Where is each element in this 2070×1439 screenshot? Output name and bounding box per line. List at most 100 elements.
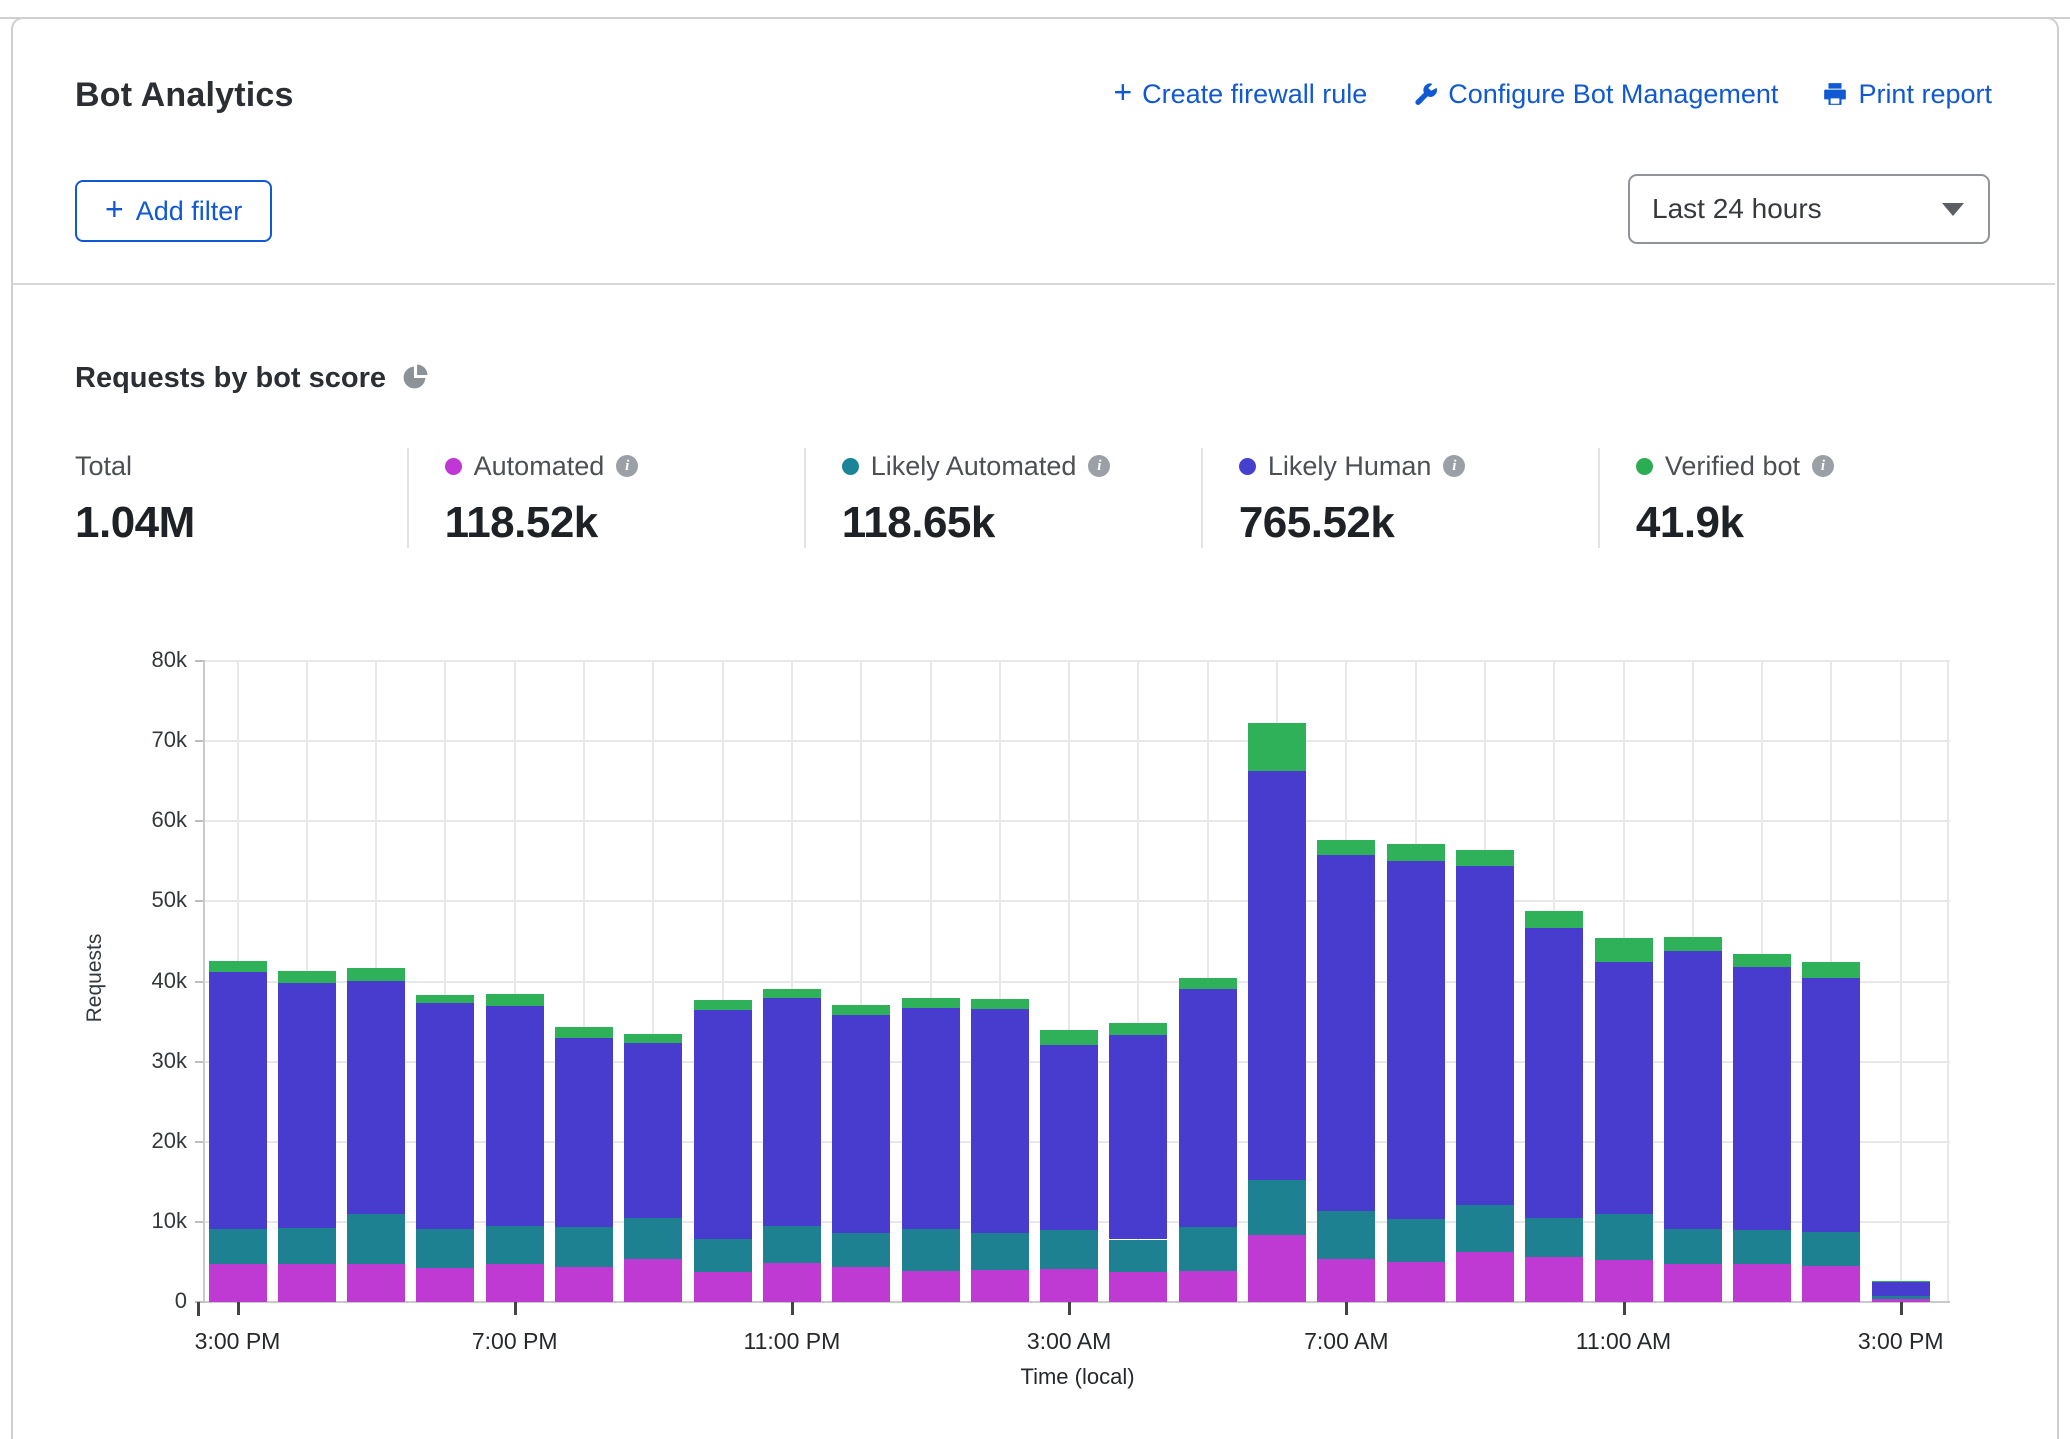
bar-segment[interactable]: [1317, 840, 1375, 855]
bar-segment[interactable]: [1872, 1299, 1930, 1302]
bar-segment[interactable]: [1109, 1035, 1167, 1239]
bar-segment[interactable]: [1109, 1240, 1167, 1272]
bar-segment[interactable]: [1456, 850, 1514, 866]
bar-segment[interactable]: [1040, 1230, 1098, 1269]
bar-segment[interactable]: [1664, 1264, 1722, 1302]
bar-segment[interactable]: [1456, 866, 1514, 1205]
bar-segment[interactable]: [347, 1214, 405, 1264]
bar-segment[interactable]: [209, 972, 267, 1229]
bar-segment[interactable]: [832, 1015, 890, 1233]
bar-segment[interactable]: [1595, 938, 1653, 962]
bar-segment[interactable]: [486, 1264, 544, 1302]
bar-segment[interactable]: [1387, 1219, 1445, 1262]
bar-segment[interactable]: [486, 1226, 544, 1264]
bar-segment[interactable]: [1109, 1272, 1167, 1302]
bar-segment[interactable]: [209, 1229, 267, 1264]
bar-segment[interactable]: [1525, 928, 1583, 1218]
info-icon[interactable]: i: [1812, 455, 1834, 477]
create-firewall-rule-link[interactable]: + Create firewall rule: [1113, 78, 1367, 110]
bar-segment[interactable]: [1872, 1296, 1930, 1299]
bar-segment[interactable]: [555, 1038, 613, 1227]
bar-segment[interactable]: [832, 1267, 890, 1302]
bar-segment[interactable]: [1872, 1281, 1930, 1282]
print-report-link[interactable]: Print report: [1822, 79, 1992, 110]
bar-segment[interactable]: [1248, 771, 1306, 1180]
bar-segment[interactable]: [1525, 911, 1583, 928]
bar-segment[interactable]: [902, 1229, 960, 1271]
bar-segment[interactable]: [1664, 1229, 1722, 1264]
bar-segment[interactable]: [902, 998, 960, 1008]
bar-segment[interactable]: [1595, 962, 1653, 1214]
bar-segment[interactable]: [278, 1264, 336, 1302]
bar-segment[interactable]: [1248, 1180, 1306, 1235]
bar-segment[interactable]: [1387, 861, 1445, 1219]
bar-segment[interactable]: [1109, 1023, 1167, 1035]
bar-segment[interactable]: [278, 971, 336, 983]
bar-segment[interactable]: [416, 1229, 474, 1267]
bar-segment[interactable]: [694, 1000, 752, 1010]
bar-segment[interactable]: [971, 1270, 1029, 1302]
bar-segment[interactable]: [624, 1034, 682, 1043]
bar-segment[interactable]: [1248, 723, 1306, 770]
bar-segment[interactable]: [1179, 978, 1237, 988]
bar-segment[interactable]: [1525, 1257, 1583, 1302]
bar-segment[interactable]: [1733, 1264, 1791, 1302]
time-range-select[interactable]: Last 24 hours: [1628, 174, 1990, 244]
bar-segment[interactable]: [486, 994, 544, 1006]
bar-segment[interactable]: [416, 995, 474, 1003]
bar-segment[interactable]: [971, 1233, 1029, 1270]
bar-segment[interactable]: [347, 968, 405, 981]
bar-segment[interactable]: [486, 1006, 544, 1226]
bar-segment[interactable]: [347, 1264, 405, 1302]
bar-segment[interactable]: [832, 1233, 890, 1267]
bar-segment[interactable]: [1802, 1232, 1860, 1266]
bar-segment[interactable]: [1317, 855, 1375, 1211]
bar-segment[interactable]: [1525, 1218, 1583, 1257]
bar-segment[interactable]: [1456, 1205, 1514, 1252]
bar-segment[interactable]: [1040, 1269, 1098, 1302]
bar-segment[interactable]: [1179, 1227, 1237, 1270]
bar-segment[interactable]: [1595, 1260, 1653, 1302]
bar-segment[interactable]: [1387, 844, 1445, 860]
bar-segment[interactable]: [1387, 1262, 1445, 1302]
bar-segment[interactable]: [971, 1009, 1029, 1233]
bar-segment[interactable]: [763, 989, 821, 999]
bar-segment[interactable]: [624, 1043, 682, 1218]
bar-segment[interactable]: [624, 1218, 682, 1259]
bar-segment[interactable]: [555, 1027, 613, 1038]
bar-segment[interactable]: [1040, 1030, 1098, 1045]
bar-segment[interactable]: [1733, 967, 1791, 1230]
bar-segment[interactable]: [1317, 1211, 1375, 1259]
bar-segment[interactable]: [694, 1010, 752, 1238]
bar-segment[interactable]: [763, 1226, 821, 1263]
bar-segment[interactable]: [694, 1239, 752, 1273]
bar-segment[interactable]: [416, 1268, 474, 1302]
bar-segment[interactable]: [1248, 1235, 1306, 1302]
bar-segment[interactable]: [1179, 1271, 1237, 1302]
bar-segment[interactable]: [763, 998, 821, 1226]
bar-segment[interactable]: [971, 999, 1029, 1009]
bar-segment[interactable]: [555, 1227, 613, 1266]
bar-segment[interactable]: [624, 1259, 682, 1302]
info-icon[interactable]: i: [616, 455, 638, 477]
bar-segment[interactable]: [1664, 951, 1722, 1229]
bar-segment[interactable]: [416, 1003, 474, 1229]
configure-bot-management-link[interactable]: Configure Bot Management: [1411, 79, 1778, 110]
bar-segment[interactable]: [1733, 1230, 1791, 1264]
bar-segment[interactable]: [347, 981, 405, 1214]
bar-segment[interactable]: [1664, 937, 1722, 951]
info-icon[interactable]: i: [1443, 455, 1465, 477]
bar-segment[interactable]: [1456, 1252, 1514, 1302]
bar-segment[interactable]: [555, 1267, 613, 1302]
bar-segment[interactable]: [1733, 954, 1791, 967]
bar-segment[interactable]: [902, 1271, 960, 1302]
bar-segment[interactable]: [1802, 978, 1860, 1232]
bar-segment[interactable]: [1802, 1266, 1860, 1302]
add-filter-button[interactable]: + Add filter: [75, 180, 272, 242]
bar-segment[interactable]: [1317, 1259, 1375, 1302]
info-icon[interactable]: i: [1088, 455, 1110, 477]
bar-segment[interactable]: [209, 1264, 267, 1302]
bar-segment[interactable]: [1040, 1045, 1098, 1230]
bar-segment[interactable]: [209, 961, 267, 972]
bar-segment[interactable]: [1802, 962, 1860, 978]
